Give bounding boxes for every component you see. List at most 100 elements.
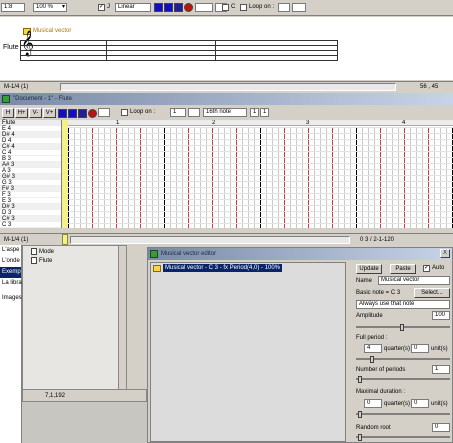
grid-row-line bbox=[68, 163, 453, 164]
vector-editor-title: Musical vector editor bbox=[161, 251, 217, 257]
tree-item[interactable]: Flute bbox=[39, 258, 52, 264]
score-scrollbar[interactable] bbox=[60, 83, 396, 91]
grid-line bbox=[326, 127, 327, 228]
tree-panel: Mode Flute bbox=[22, 245, 127, 400]
update-button[interactable]: Update bbox=[356, 264, 382, 274]
score-position: M-1/4 (1) bbox=[4, 84, 29, 90]
grid-line bbox=[404, 127, 405, 228]
periods-slider[interactable] bbox=[356, 376, 450, 383]
c-checkbox[interactable] bbox=[222, 4, 229, 11]
doc-scrollbar[interactable] bbox=[70, 236, 350, 244]
name-field[interactable]: Musical vector bbox=[378, 276, 450, 285]
slider-thumb[interactable] bbox=[400, 324, 404, 331]
tree-item[interactable]: Mode bbox=[39, 249, 54, 255]
fp-quarters-field[interactable]: 4 bbox=[364, 344, 382, 353]
record-button-2[interactable] bbox=[88, 109, 97, 118]
record-button[interactable] bbox=[184, 3, 193, 12]
select-button[interactable]: Select... bbox=[414, 288, 450, 298]
doc-field-a[interactable] bbox=[98, 108, 110, 117]
h-plus-button[interactable]: H+ bbox=[15, 108, 28, 118]
score-status-bar: M-1/4 (1) 56 , 45 bbox=[0, 81, 453, 92]
grid-line bbox=[86, 127, 87, 228]
loop-field-b[interactable] bbox=[292, 3, 306, 12]
vector-list: Musical vector - C 3 - fx Period(4,0) - … bbox=[150, 262, 346, 442]
close-icon[interactable]: X bbox=[440, 249, 450, 258]
panel-item[interactable]: L'onde bbox=[0, 256, 21, 267]
paste-button[interactable]: Paste bbox=[390, 264, 416, 274]
grid-line bbox=[200, 127, 201, 228]
fp-units-field[interactable]: 0 bbox=[411, 344, 429, 353]
grid-line bbox=[104, 127, 105, 228]
chevron-down-icon[interactable]: ▾ bbox=[62, 3, 65, 10]
panel-item[interactable]: L'aspe bbox=[0, 245, 21, 256]
panel-item[interactable]: La libra bbox=[0, 278, 22, 289]
grid-line bbox=[80, 127, 81, 228]
piano-roll-grid[interactable]: 1 2 3 4 bbox=[68, 120, 453, 228]
loop-field[interactable] bbox=[278, 3, 290, 12]
color-blue-button-3[interactable] bbox=[68, 109, 77, 118]
color-blue2-button[interactable] bbox=[164, 3, 173, 12]
duration-slider[interactable] bbox=[356, 411, 450, 418]
random-root-slider[interactable] bbox=[356, 434, 450, 441]
grid-line bbox=[92, 127, 93, 228]
grid-row-line bbox=[68, 205, 453, 206]
num-periods-field[interactable]: 1 bbox=[432, 365, 450, 374]
slider-thumb[interactable] bbox=[358, 376, 362, 383]
grid-line bbox=[296, 127, 297, 228]
slider-thumb[interactable] bbox=[370, 356, 374, 363]
slider-thumb[interactable] bbox=[358, 434, 362, 441]
score-view: Musical vector Flute 𝄞 bbox=[0, 17, 453, 80]
h-button[interactable]: H bbox=[2, 108, 14, 118]
auto-label: Auto bbox=[432, 265, 445, 271]
md-quarters-field[interactable]: 0 bbox=[364, 399, 382, 408]
amplitude-slider[interactable] bbox=[356, 324, 450, 331]
note-mode-select[interactable]: Always use that note bbox=[356, 300, 450, 309]
grid-line bbox=[422, 127, 423, 228]
v-minus-button[interactable]: V- bbox=[29, 108, 42, 118]
grid-line bbox=[236, 127, 237, 228]
vector-editor-titlebar[interactable]: Musical vector editor X bbox=[148, 248, 452, 260]
grid-line bbox=[320, 127, 321, 228]
value-field-a[interactable] bbox=[195, 3, 213, 12]
grid-row-line bbox=[68, 169, 453, 170]
md-quarters-unit: quarter(s) bbox=[384, 401, 411, 407]
document-window: "Document - 1" - Flute H H+ V- V+ Loop o… bbox=[0, 93, 453, 245]
time-signature-select[interactable]: 1:8 bbox=[1, 3, 25, 12]
md-units-field[interactable]: 0 bbox=[411, 399, 429, 408]
grid-line bbox=[446, 127, 447, 228]
doc-loop-value-b[interactable] bbox=[188, 108, 200, 117]
count-a-field[interactable]: 1 bbox=[250, 108, 259, 117]
grid-line bbox=[410, 127, 411, 228]
grid-line bbox=[416, 127, 417, 228]
color-navy-button[interactable] bbox=[174, 3, 183, 12]
playhead-marker[interactable] bbox=[62, 234, 68, 245]
vector-list-item[interactable]: Musical vector - C 3 - fx Period(4,0) - … bbox=[163, 264, 283, 272]
doc-loop-checkbox[interactable] bbox=[121, 109, 128, 116]
grid-line bbox=[170, 127, 171, 228]
loop-on-checkbox[interactable] bbox=[240, 4, 247, 11]
interpolation-select[interactable]: Linear bbox=[115, 3, 151, 12]
note-value-select[interactable]: 16th note bbox=[203, 108, 247, 117]
vector-properties: Update Paste ✓ Auto Name Musical vector … bbox=[348, 262, 452, 442]
v-plus-button[interactable]: V+ bbox=[43, 108, 56, 118]
measure-line bbox=[260, 127, 261, 228]
panel-item[interactable]: Images bbox=[0, 293, 22, 304]
color-blue-button[interactable] bbox=[154, 3, 163, 12]
note-row-label[interactable]: C 3 bbox=[0, 222, 61, 228]
tree-scrollbar[interactable] bbox=[118, 246, 126, 399]
period-slider[interactable] bbox=[356, 356, 450, 363]
document-titlebar[interactable]: "Document - 1" - Flute bbox=[0, 93, 453, 105]
slider-thumb[interactable] bbox=[358, 411, 362, 418]
doc-loop-value[interactable]: 1 bbox=[170, 108, 186, 117]
auto-checkbox[interactable]: ✓ bbox=[423, 265, 430, 272]
grid-line bbox=[428, 127, 429, 228]
doc-loop-label: Loop on : bbox=[130, 109, 156, 115]
amplitude-field[interactable]: 100 bbox=[432, 311, 450, 320]
j-checkbox[interactable]: ✓ bbox=[98, 4, 105, 11]
count-b-field[interactable]: 1 bbox=[260, 108, 269, 117]
panel-item-selected[interactable]: Exemp bbox=[0, 267, 21, 278]
document-status-bar: M-1/4 (1) 0 3 / 2-1-120 bbox=[0, 233, 453, 245]
color-blue-button-2[interactable] bbox=[58, 109, 67, 118]
random-root-field[interactable]: 0 bbox=[432, 423, 450, 432]
color-navy-button-2[interactable] bbox=[78, 109, 87, 118]
